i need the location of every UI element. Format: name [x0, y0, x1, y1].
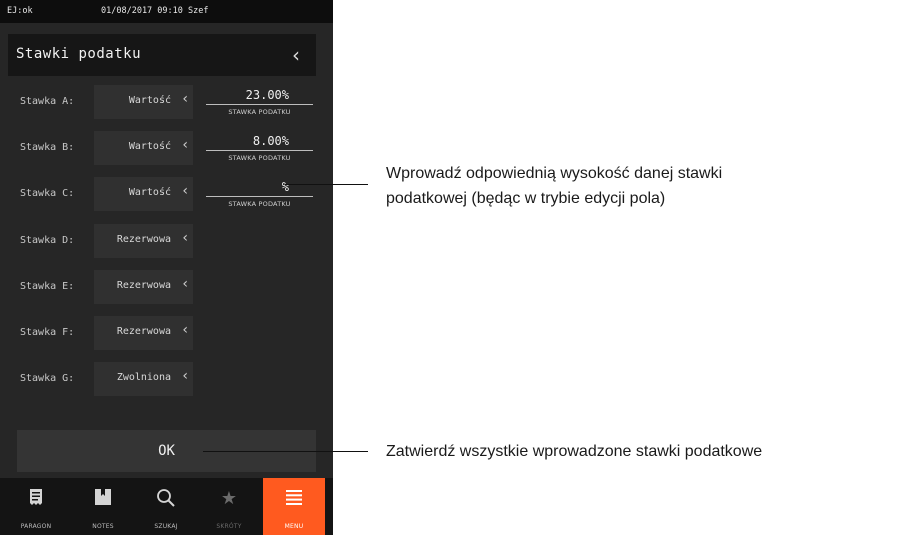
status-bar: EJ:ok 01/08/2017 09:10 Szef [0, 0, 333, 23]
nav-menu[interactable]: MENU [263, 478, 325, 535]
journal-status: EJ:ok [7, 6, 33, 16]
callout-line-ok [203, 451, 368, 452]
rate-type-select-f[interactable]: Rezerwowa ‹ [94, 316, 193, 350]
title-bar: Stawki podatku ‹ [8, 34, 316, 76]
receipt-icon [5, 488, 67, 511]
nav-szukaj[interactable]: SZUKAJ [135, 478, 197, 535]
nav-label: NOTES [92, 523, 114, 530]
nav-label: MENU [284, 523, 304, 530]
row-label-c: Stawka C: [20, 188, 75, 199]
tax-rate-field-b[interactable]: 8.00% STAWKA PODATKU [206, 132, 313, 166]
rate-type-select-a[interactable]: Wartość ‹ [94, 85, 193, 119]
row-label-a: Stawka A: [20, 96, 75, 107]
chevron-left-icon: ‹ [182, 91, 188, 107]
chevron-left-icon: ‹ [182, 322, 188, 338]
rate-type-select-d[interactable]: Rezerwowa ‹ [94, 224, 193, 258]
chevron-left-icon: ‹ [182, 368, 188, 384]
rate-type-select-g[interactable]: Zwolniona ‹ [94, 362, 193, 396]
nav-label: SZUKAJ [154, 523, 178, 530]
rate-type-select-c[interactable]: Wartość ‹ [94, 177, 193, 211]
chevron-left-icon: ‹ [182, 230, 188, 246]
row-label-e: Stawka E: [20, 281, 75, 292]
rate-type-value: Rezerwowa [116, 326, 171, 337]
field-underline [206, 104, 313, 105]
field-underline [206, 196, 313, 197]
bottom-nav: PARAGON NOTES SZUKAJ ★ SKRÓTY MENU [0, 478, 333, 535]
tax-rate-value: 23.00% [245, 88, 289, 102]
callout-line-field [285, 184, 368, 185]
rate-type-value: Rezerwowa [116, 280, 171, 291]
annotation-field-line1: Wprowadź odpowiednią wysokość danej staw… [386, 165, 723, 182]
search-icon [135, 488, 197, 513]
chevron-left-icon: ‹ [182, 183, 188, 199]
tax-rate-value: % [281, 180, 289, 194]
datetime-user: 01/08/2017 09:10 Szef [101, 6, 209, 16]
page-title: Stawki podatku [16, 46, 142, 62]
rate-type-value: Wartość [128, 95, 171, 106]
row-label-b: Stawka B: [20, 142, 75, 153]
device-screen: EJ:ok 01/08/2017 09:10 Szef Stawki podat… [0, 0, 333, 535]
rate-type-value: Wartość [128, 187, 171, 198]
annotation-field: Wprowadź odpowiednią wysokość danej staw… [386, 161, 722, 211]
tax-rate-field-a[interactable]: 23.00% STAWKA PODATKU [206, 86, 313, 120]
tax-rate-value: 8.00% [252, 134, 289, 148]
star-icon: ★ [220, 488, 238, 509]
chevron-left-icon: ‹ [182, 276, 188, 292]
nav-notes[interactable]: NOTES [72, 478, 134, 535]
nav-skroty[interactable]: ★ SKRÓTY [198, 478, 260, 535]
annotation-ok: Zatwierdź wszystkie wprowadzone stawki p… [386, 443, 763, 460]
rate-type-value: Rezerwowa [116, 234, 171, 245]
annotation-field-line2: podatkowej (będąc w trybie edycji pola) [386, 190, 666, 207]
field-underline [206, 150, 313, 151]
rate-type-value: Zwolniona [116, 372, 171, 383]
chevron-left-icon: ‹ [182, 137, 188, 153]
bookmark-icon [72, 488, 134, 511]
chevron-left-icon[interactable]: ‹ [276, 34, 316, 76]
menu-icon [263, 488, 325, 511]
nav-label: PARAGON [20, 523, 52, 530]
tax-rate-caption: STAWKA PODATKU [228, 154, 291, 162]
nav-label: SKRÓTY [216, 523, 242, 530]
tax-rate-caption: STAWKA PODATKU [228, 108, 291, 116]
row-label-d: Stawka D: [20, 235, 75, 246]
rate-type-select-e[interactable]: Rezerwowa ‹ [94, 270, 193, 304]
row-label-g: Stawka G: [20, 373, 75, 384]
rate-type-select-b[interactable]: Wartość ‹ [94, 131, 193, 165]
row-label-f: Stawka F: [20, 327, 75, 338]
rate-type-value: Wartość [128, 141, 171, 152]
nav-paragon[interactable]: PARAGON [5, 478, 67, 535]
tax-rate-caption: STAWKA PODATKU [228, 200, 291, 208]
